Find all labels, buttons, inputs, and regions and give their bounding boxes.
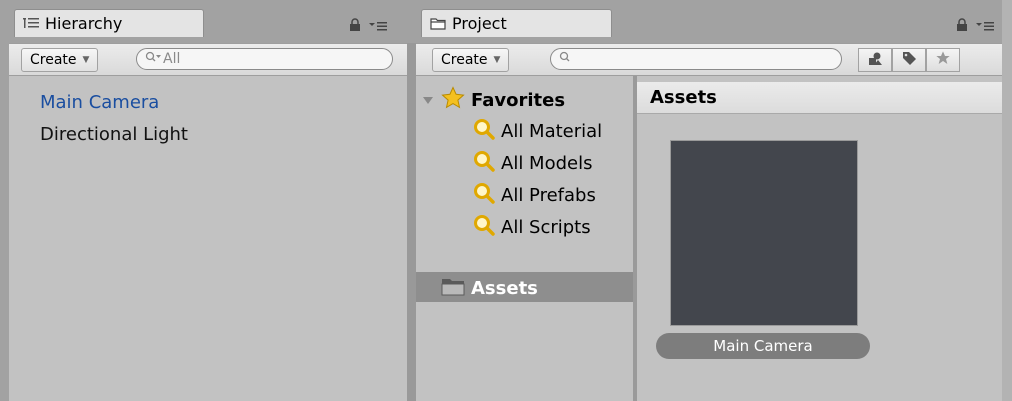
asset-label-main-camera[interactable]: Main Camera <box>656 333 870 359</box>
search-icon <box>559 51 573 67</box>
search-icon <box>473 150 501 177</box>
window-right-edge <box>1002 0 1012 401</box>
tab-project[interactable]: Project <box>421 9 612 37</box>
star-icon <box>441 86 471 115</box>
favorite-item-label: All Models <box>501 153 593 174</box>
filter-type-icon <box>867 51 883 70</box>
favorite-item-label: All Material <box>501 121 603 142</box>
hierarchy-item-directional-light[interactable]: Directional Light <box>40 124 188 145</box>
search-icon <box>145 51 163 67</box>
assets-panel-header: Assets <box>637 82 1002 114</box>
chevron-down-icon: ▼ <box>493 55 501 65</box>
menu-icon[interactable] <box>369 17 387 36</box>
assets-folder-label: Assets <box>471 278 538 299</box>
star-icon <box>935 50 951 70</box>
hierarchy-panel-menu <box>349 17 387 36</box>
assets-folder-item[interactable]: Assets <box>441 276 538 301</box>
expand-arrow-icon[interactable] <box>423 90 439 111</box>
favorite-item-all-prefabs[interactable]: All Prefabs <box>473 182 596 209</box>
folder-icon <box>430 17 446 30</box>
favorite-item-label: All Scripts <box>501 217 591 238</box>
hierarchy-search-placeholder: All <box>163 51 181 67</box>
favorite-item-all-scripts[interactable]: All Scripts <box>473 214 591 241</box>
favorite-item-all-material[interactable]: All Material <box>473 118 602 145</box>
folder-icon <box>441 276 471 301</box>
panel-divider[interactable] <box>407 43 416 401</box>
hierarchy-toolbar: Create ▼ All <box>9 43 407 76</box>
filter-type-button[interactable] <box>858 48 892 72</box>
search-icon <box>473 182 501 209</box>
search-icon <box>473 214 501 241</box>
project-panel-menu <box>956 17 994 36</box>
filter-label-button[interactable] <box>892 48 926 72</box>
project-toolbar: Create ▼ <box>416 43 1002 76</box>
chevron-down-icon: ▼ <box>82 55 90 65</box>
menu-icon[interactable] <box>976 17 994 36</box>
asset-thumbnail-main-camera[interactable] <box>670 140 858 326</box>
project-create-label: Create <box>441 52 488 68</box>
search-icon <box>473 118 501 145</box>
favorites-header[interactable]: Favorites <box>423 86 565 115</box>
tab-hierarchy-label: Hierarchy <box>45 13 123 33</box>
label-icon <box>901 50 917 70</box>
favorite-item-label: All Prefabs <box>501 185 596 206</box>
tab-project-label: Project <box>452 13 507 33</box>
favorite-button[interactable] <box>926 48 960 72</box>
project-create-button[interactable]: Create ▼ <box>432 48 510 72</box>
lock-icon[interactable] <box>956 17 968 36</box>
project-search-input[interactable] <box>550 48 842 70</box>
hierarchy-create-label: Create <box>30 52 77 68</box>
hierarchy-create-button[interactable]: Create ▼ <box>21 48 99 72</box>
favorites-label: Favorites <box>471 90 566 111</box>
hierarchy-list-icon <box>23 17 39 31</box>
hierarchy-search-input[interactable]: All <box>136 48 393 70</box>
favorite-item-all-models[interactable]: All Models <box>473 150 592 177</box>
lock-icon[interactable] <box>349 17 361 36</box>
hierarchy-item-main-camera[interactable]: Main Camera <box>40 92 159 113</box>
tab-hierarchy[interactable]: Hierarchy <box>14 9 204 37</box>
